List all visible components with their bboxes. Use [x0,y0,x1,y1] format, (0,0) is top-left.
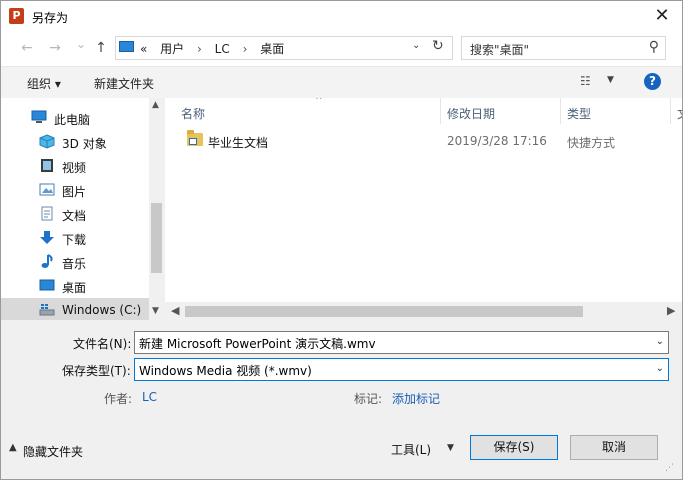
chevron-down-icon[interactable]: ▼ [447,443,454,453]
add-tags-link[interactable]: 添加标记 [392,390,440,407]
close-button[interactable]: ✕ [647,4,677,28]
filetype-label: 保存类型(T): [62,364,131,378]
download-icon [40,231,54,244]
back-button[interactable]: ← [18,40,36,56]
column-header-name[interactable]: 名称 ^ [175,98,441,124]
sidebar-item-label: 音乐 [62,257,87,271]
author-value[interactable]: LC [142,390,157,404]
sidebar-item-label: 3D 对象 [62,137,107,151]
scroll-down-icon[interactable]: ▼ [152,306,159,316]
sidebar-item-pictures[interactable]: 图片 [1,178,149,202]
filetype-value: Windows Media 视频 (*.wmv) [139,364,312,378]
scroll-up-icon[interactable]: ▲ [152,100,159,110]
picture-icon [39,183,55,196]
address-row: ← → ⌄ ↑ « 用户 › LC › 桌面 ⌄ ↻ 搜索"桌面" ⚲ [1,32,682,66]
breadcrumb-overflow[interactable]: « [140,42,147,56]
column-header-modified[interactable]: 修改日期 [441,98,561,124]
sidebar-item-label: Windows (C:) [62,303,142,317]
chevron-right-icon[interactable]: › [243,42,248,56]
command-bar: 组织 ▾ 新建文件夹 ☷ ▼ ? [1,66,682,99]
sidebar-item-label: 文档 [62,209,87,223]
tags-label: 标记: [354,392,383,406]
chevron-down-icon[interactable]: ⌄ [656,363,664,374]
forward-button[interactable]: → [46,40,64,56]
sidebar-item-music[interactable]: 音乐 [1,250,149,274]
cancel-button[interactable]: 取消 [570,435,658,460]
column-header-more[interactable]: 文 [671,98,682,124]
sidebar-item-windows-c[interactable]: Windows (C:) [1,298,149,320]
breadcrumb-lc[interactable]: LC [215,42,230,56]
chevron-right-icon[interactable]: › [197,42,202,56]
organize-menu[interactable]: 组织 ▾ [27,75,61,92]
sidebar-item-label: 图片 [62,185,87,199]
breadcrumb-users[interactable]: 用户 [160,42,184,56]
breadcrumb: « 用户 › LC › 桌面 [140,40,293,57]
sidebar-item-this-pc[interactable]: 此电脑 [1,106,149,130]
folder-shortcut-icon [187,130,203,146]
sidebar-item-label: 此电脑 [54,113,91,127]
file-list-horizontal-scrollbar[interactable]: ◀ ▶ [165,302,682,320]
document-icon [41,206,53,221]
navigation-scrollbar[interactable]: ▲ ▼ [149,98,164,320]
search-box[interactable]: 搜索"桌面" ⚲ [461,36,666,60]
desktop-icon [39,279,55,291]
sidebar-item-3d-objects[interactable]: 3D 对象 [1,130,149,154]
title-bar: P 另存为 ✕ [1,1,682,32]
computer-icon [31,110,47,123]
dialog-footer: ▲ 隐藏文件夹 工具(L) ▼ 保存(S) 取消 ⋰ [1,421,682,479]
resize-grip-icon[interactable]: ⋰ [665,463,674,473]
navigation-pane: 此电脑 3D 对象 视频 图片 文档 下载 音乐 桌面 Windows (C:)… [1,98,164,320]
chevron-up-icon[interactable]: ▲ [9,442,17,453]
new-folder-button[interactable]: 新建文件夹 [94,75,154,92]
sidebar-item-documents[interactable]: 文档 [1,202,149,226]
music-icon [41,254,53,268]
sidebar-item-label: 桌面 [62,281,87,295]
filename-label: 文件名(N): [73,337,132,351]
table-row[interactable]: 毕业生文档 2019/3/28 17:16 快捷方式 [165,128,682,152]
filename-field[interactable]: 新建 Microsoft PowerPoint 演示文稿.wmv ⌄ [134,331,669,354]
scroll-left-icon[interactable]: ◀ [171,304,179,317]
powerpoint-icon: P [9,8,24,24]
sidebar-item-videos[interactable]: 视频 [1,154,149,178]
search-input[interactable]: 搜索"桌面" [470,41,529,58]
file-list: 名称 ^ 修改日期 类型 文 毕业生文档 2019/3/28 17:16 快捷方… [165,98,682,320]
filename-value[interactable]: 新建 Microsoft PowerPoint 演示文稿.wmv [139,335,376,352]
up-button[interactable]: ↑ [92,40,110,56]
tools-menu[interactable]: 工具(L) [391,441,431,458]
author-label: 作者: [104,392,133,406]
save-as-dialog: P 另存为 ✕ ← → ⌄ ↑ « 用户 › LC › 桌面 ⌄ ↻ 搜索"桌面… [0,0,683,480]
filetype-select[interactable]: Windows Media 视频 (*.wmv) ⌄ [134,358,669,381]
view-options-icon[interactable]: ☷ [580,74,591,88]
recent-locations-dropdown[interactable]: ⌄ [72,37,90,51]
scroll-right-icon[interactable]: ▶ [667,304,675,317]
sort-ascending-icon: ^ [315,98,323,106]
video-icon [41,159,53,172]
computer-icon [119,41,134,52]
scrollbar-thumb[interactable] [151,203,162,273]
file-name: 毕业生文档 [208,136,269,150]
file-type: 快捷方式 [567,136,616,150]
view-options-dropdown[interactable]: ▼ [607,75,614,85]
drive-icon [39,304,55,316]
sidebar-item-label: 视频 [62,161,87,175]
cube-icon [39,134,55,149]
sidebar-item-label: 下载 [62,233,87,247]
dialog-title: 另存为 [32,11,69,25]
sidebar-item-desktop[interactable]: 桌面 [1,274,149,298]
column-header-type[interactable]: 类型 [561,98,671,124]
help-icon[interactable]: ? [644,73,661,90]
search-icon[interactable]: ⚲ [649,39,659,55]
file-modified: 2019/3/28 17:16 [447,134,547,148]
address-history-dropdown[interactable]: ⌄ [412,40,420,51]
chevron-down-icon[interactable]: ⌄ [656,336,664,347]
breadcrumb-desktop[interactable]: 桌面 [260,42,284,56]
save-button[interactable]: 保存(S) [470,435,558,460]
scrollbar-thumb[interactable] [185,306,583,317]
hide-folders-button[interactable]: 隐藏文件夹 [23,443,83,460]
address-bar[interactable]: « 用户 › LC › 桌面 ⌄ ↻ [115,36,453,60]
sidebar-item-downloads[interactable]: 下载 [1,226,149,250]
refresh-icon[interactable]: ↻ [432,38,444,54]
